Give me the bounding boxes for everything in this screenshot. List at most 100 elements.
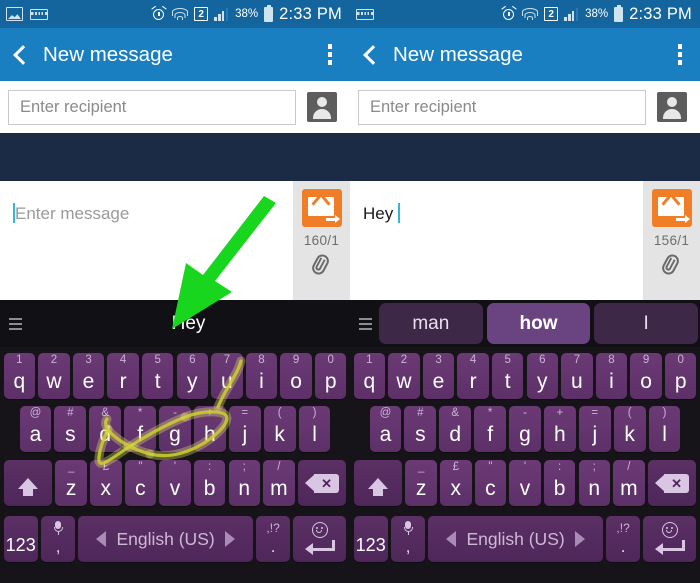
key-a[interactable]: @ a: [19, 406, 52, 452]
key-c[interactable]: " c: [474, 460, 507, 506]
overflow-menu-icon[interactable]: [327, 44, 332, 65]
key-w[interactable]: 2w: [38, 353, 70, 399]
key-f[interactable]: * f: [474, 406, 506, 452]
back-chevron-icon[interactable]: [358, 44, 388, 65]
key-label: m: [270, 477, 288, 500]
contact-picker-icon[interactable]: [657, 92, 687, 122]
suggestion-menu-icon[interactable]: [3, 317, 27, 330]
space-key[interactable]: English (US): [428, 516, 603, 562]
suggestion-item[interactable]: I: [594, 303, 699, 344]
key-m[interactable]: / m: [613, 460, 645, 506]
key-b[interactable]: :b: [193, 460, 226, 506]
key-h[interactable]: + h: [544, 406, 576, 452]
shift-key-icon[interactable]: [3, 460, 53, 506]
contact-picker-icon[interactable]: [307, 92, 337, 122]
key-f[interactable]: * f: [124, 406, 156, 452]
space-key[interactable]: English (US): [78, 516, 253, 562]
key-z[interactable]: _ z: [405, 460, 437, 506]
key-p[interactable]: 0p: [664, 353, 697, 399]
recipient-input[interactable]: Enter recipient: [358, 89, 646, 125]
key-x[interactable]: £ x: [440, 460, 472, 506]
key-j[interactable]: = j: [578, 406, 611, 452]
message-input[interactable]: Enter message: [0, 181, 293, 300]
send-message-icon[interactable]: [651, 189, 692, 227]
key-o[interactable]: 9o: [630, 353, 662, 399]
key-x[interactable]: £ x: [90, 460, 122, 506]
key-d[interactable]: & d: [439, 406, 472, 452]
key-r[interactable]: 4r: [107, 353, 139, 399]
key-k[interactable]: (k: [263, 406, 296, 452]
key-g[interactable]: -g: [159, 406, 191, 452]
punctuation-key[interactable]: ,!? .: [256, 516, 291, 562]
key-q[interactable]: 1q: [3, 353, 36, 399]
key-p[interactable]: 0p: [314, 353, 347, 399]
next-language-arrow-icon[interactable]: [574, 531, 585, 547]
key-h[interactable]: + h: [194, 406, 226, 452]
message-input[interactable]: Hey: [350, 181, 643, 300]
key-l[interactable]: ) l: [298, 406, 331, 452]
key-t[interactable]: 5t: [142, 353, 174, 399]
enter-key[interactable]: [643, 516, 697, 562]
key-i[interactable]: 8i: [595, 353, 628, 399]
send-message-icon[interactable]: [301, 189, 342, 227]
punctuation-key[interactable]: ,!? .: [606, 516, 641, 562]
key-w[interactable]: 2w: [388, 353, 420, 399]
enter-key[interactable]: [293, 516, 347, 562]
mic-comma-key[interactable]: ,: [390, 516, 426, 562]
backspace-key-icon[interactable]: ✕: [297, 460, 347, 506]
key-s[interactable]: # s: [404, 406, 437, 452]
key-y[interactable]: 6y: [526, 353, 558, 399]
key-u[interactable]: 7u: [211, 353, 243, 399]
key-z[interactable]: _ z: [55, 460, 87, 506]
key-s[interactable]: # s: [54, 406, 87, 452]
key-m[interactable]: / m: [263, 460, 295, 506]
key-label: g: [169, 423, 181, 446]
key-alt: :: [558, 461, 562, 473]
previous-language-arrow-icon[interactable]: [96, 531, 107, 547]
suggestion-item-active[interactable]: how: [486, 303, 591, 344]
key-k[interactable]: (k: [613, 406, 646, 452]
suggestion-item[interactable]: Hey: [27, 313, 350, 335]
paperclip-icon[interactable]: [659, 252, 683, 277]
key-d[interactable]: & d: [89, 406, 122, 452]
shift-key-icon[interactable]: [353, 460, 403, 506]
suggestion-item[interactable]: man: [379, 303, 483, 344]
char-counter: 156/1: [653, 233, 690, 248]
key-b[interactable]: :b: [543, 460, 576, 506]
previous-language-arrow-icon[interactable]: [446, 531, 457, 547]
key-alt: /: [627, 461, 631, 473]
key-e[interactable]: 3e: [72, 353, 105, 399]
key-c[interactable]: " c: [124, 460, 157, 506]
key-q[interactable]: 1q: [353, 353, 386, 399]
compose-side-bar: 160/1: [293, 181, 350, 300]
numeric-mode-key[interactable]: 123: [3, 516, 38, 562]
key-g[interactable]: -g: [509, 406, 541, 452]
key-l[interactable]: ) l: [648, 406, 681, 452]
suggestion-menu-icon[interactable]: [353, 317, 377, 330]
recipient-input[interactable]: Enter recipient: [8, 89, 296, 125]
next-language-arrow-icon[interactable]: [224, 531, 235, 547]
mic-comma-key[interactable]: ,: [40, 516, 76, 562]
key-v[interactable]: ' v: [509, 460, 541, 506]
key-i[interactable]: 8i: [245, 353, 278, 399]
numeric-mode-key[interactable]: 123: [353, 516, 388, 562]
back-chevron-icon[interactable]: [8, 44, 38, 65]
key-alt: ,!?: [266, 521, 280, 535]
key-n[interactable]: ; n: [578, 460, 610, 506]
key-r[interactable]: 4r: [457, 353, 489, 399]
key-n[interactable]: ; n: [228, 460, 260, 506]
key-o[interactable]: 9o: [280, 353, 312, 399]
paperclip-icon[interactable]: [309, 252, 333, 277]
key-a[interactable]: @ a: [369, 406, 402, 452]
emoji-icon[interactable]: [311, 521, 328, 538]
backspace-key-icon[interactable]: ✕: [647, 460, 697, 506]
key-y[interactable]: 6y: [176, 353, 208, 399]
key-alt: 4: [119, 354, 127, 366]
emoji-icon[interactable]: [661, 521, 678, 538]
key-t[interactable]: 5t: [492, 353, 524, 399]
key-e[interactable]: 3e: [422, 353, 455, 399]
key-j[interactable]: = j: [228, 406, 261, 452]
overflow-menu-icon[interactable]: [677, 44, 682, 65]
key-u[interactable]: 7u: [561, 353, 593, 399]
key-v[interactable]: ' v: [159, 460, 191, 506]
